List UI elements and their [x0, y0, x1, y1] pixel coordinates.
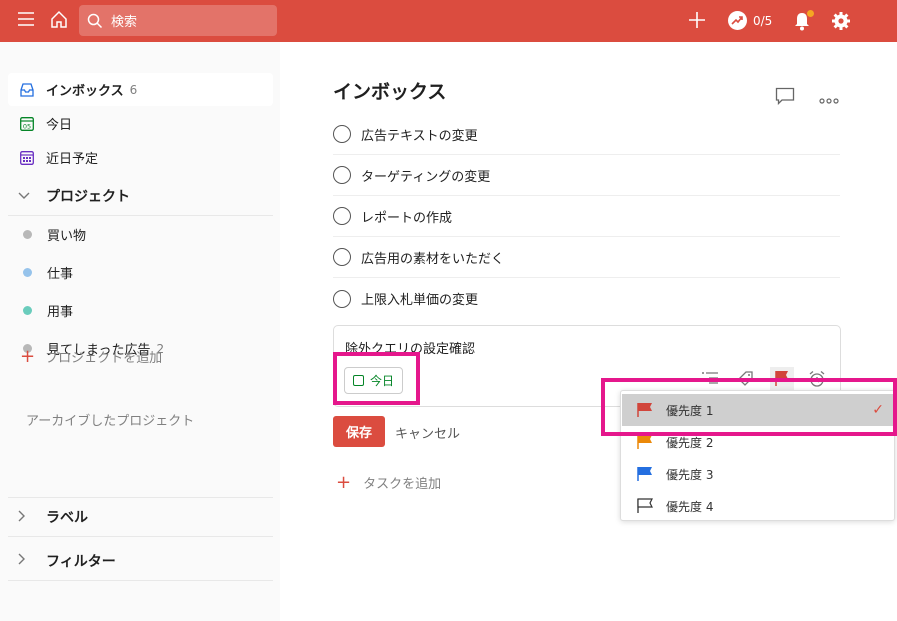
sidebar-item-label: 近日予定	[46, 152, 99, 167]
archived-projects-link[interactable]: アーカイブしたプロジェクト	[26, 410, 194, 429]
priority-option-3[interactable]: 優先度 3	[622, 458, 894, 490]
chevron-right-icon	[18, 510, 32, 525]
cancel-button[interactable]: キャンセル	[395, 423, 460, 442]
task-label: レポートの作成	[361, 210, 453, 226]
task-checkbox[interactable]	[333, 125, 351, 143]
sidebar-item-inbox[interactable]: インボックス 6	[8, 73, 273, 106]
labels-header-label: ラベル	[46, 510, 88, 526]
projects-header-label: プロジェクト	[46, 188, 130, 205]
productivity-button[interactable]: 0/5	[728, 11, 772, 30]
task-row[interactable]: 広告テキストの変更	[333, 114, 840, 155]
gear-icon[interactable]	[831, 11, 851, 31]
search-placeholder: 検索	[111, 15, 138, 30]
priority-label: 優先度 2	[666, 435, 714, 450]
sidebar-item-label: 今日	[46, 118, 73, 133]
flag-orange-icon	[637, 435, 652, 449]
top-bar: 検索 0/5	[0, 0, 897, 42]
inbox-count: 6	[129, 82, 138, 97]
sidebar-item-project[interactable]: 仕事	[8, 256, 273, 289]
plus-icon: +	[336, 472, 352, 493]
task-checkbox[interactable]	[333, 289, 351, 308]
sidebar-item-label: 仕事	[47, 267, 74, 282]
sidebar-item-today[interactable]: 05 今日	[8, 107, 273, 140]
flag-outline-icon	[637, 498, 653, 513]
task-label: 広告用の素材をいただく	[361, 251, 505, 267]
task-label: 広告テキストの変更	[361, 128, 478, 144]
highlight-box-date	[333, 352, 420, 405]
project-color-dot	[23, 306, 32, 315]
chevron-right-icon	[18, 553, 32, 568]
task-label: ターゲティングの変更	[361, 169, 491, 185]
sidebar-item-project[interactable]: 用事	[8, 294, 273, 327]
priority-option-4[interactable]: 優先度 4	[622, 490, 894, 522]
flag-blue-icon	[637, 467, 652, 481]
task-label: 上限入札単価の変更	[361, 293, 479, 308]
project-color-dot	[23, 268, 32, 277]
add-task-label: タスクを追加	[363, 477, 442, 492]
priority-label: 優先度 4	[666, 499, 714, 514]
save-button[interactable]: 保存	[333, 416, 385, 447]
calendar-today-icon: 05	[20, 116, 34, 131]
add-task-icon[interactable]	[688, 11, 706, 29]
filters-header[interactable]: フィルター	[8, 541, 273, 581]
sidebar-item-label: 買い物	[47, 229, 87, 244]
task-row[interactable]: 広告用の素材をいただく	[333, 237, 840, 278]
task-checkbox[interactable]	[333, 248, 351, 266]
project-color-dot	[23, 230, 32, 239]
karma-count: 0/5	[753, 13, 773, 28]
comment-icon[interactable]	[775, 87, 795, 109]
add-task-button[interactable]: + タスクを追加	[336, 472, 441, 493]
highlight-box-priority	[601, 378, 897, 436]
sidebar-item-upcoming[interactable]: 近日予定	[8, 141, 273, 174]
trend-icon	[728, 11, 747, 30]
more-options-icon[interactable]	[819, 93, 839, 108]
page-title: インボックス	[333, 81, 447, 103]
search-input[interactable]: 検索	[79, 5, 277, 36]
add-project-button[interactable]: + プロジェクトを追加	[20, 346, 162, 367]
notification-dot	[807, 10, 814, 17]
calendar-upcoming-icon	[20, 150, 34, 165]
task-checkbox[interactable]	[333, 207, 351, 225]
sidebar-item-label: 用事	[47, 305, 74, 320]
inbox-icon	[20, 82, 34, 97]
sidebar-item-project[interactable]: 買い物	[8, 218, 273, 251]
plus-icon: +	[20, 346, 36, 367]
filters-header-label: フィルター	[46, 553, 116, 570]
chevron-down-icon	[18, 189, 32, 203]
sidebar-item-label: インボックス	[46, 84, 124, 99]
task-row[interactable]: 上限入札単価の変更	[333, 278, 840, 319]
priority-label: 優先度 3	[666, 467, 714, 482]
svg-text:05: 05	[23, 122, 31, 130]
menu-icon[interactable]	[17, 11, 35, 27]
task-checkbox[interactable]	[333, 166, 351, 184]
search-icon	[87, 13, 103, 28]
labels-header[interactable]: ラベル	[8, 497, 273, 537]
task-row[interactable]: ターゲティングの変更	[333, 155, 840, 196]
add-project-label: プロジェクトを追加	[45, 351, 163, 366]
task-row[interactable]: レポートの作成	[333, 196, 840, 237]
home-icon[interactable]	[49, 10, 69, 29]
projects-header[interactable]: プロジェクト	[8, 176, 273, 216]
